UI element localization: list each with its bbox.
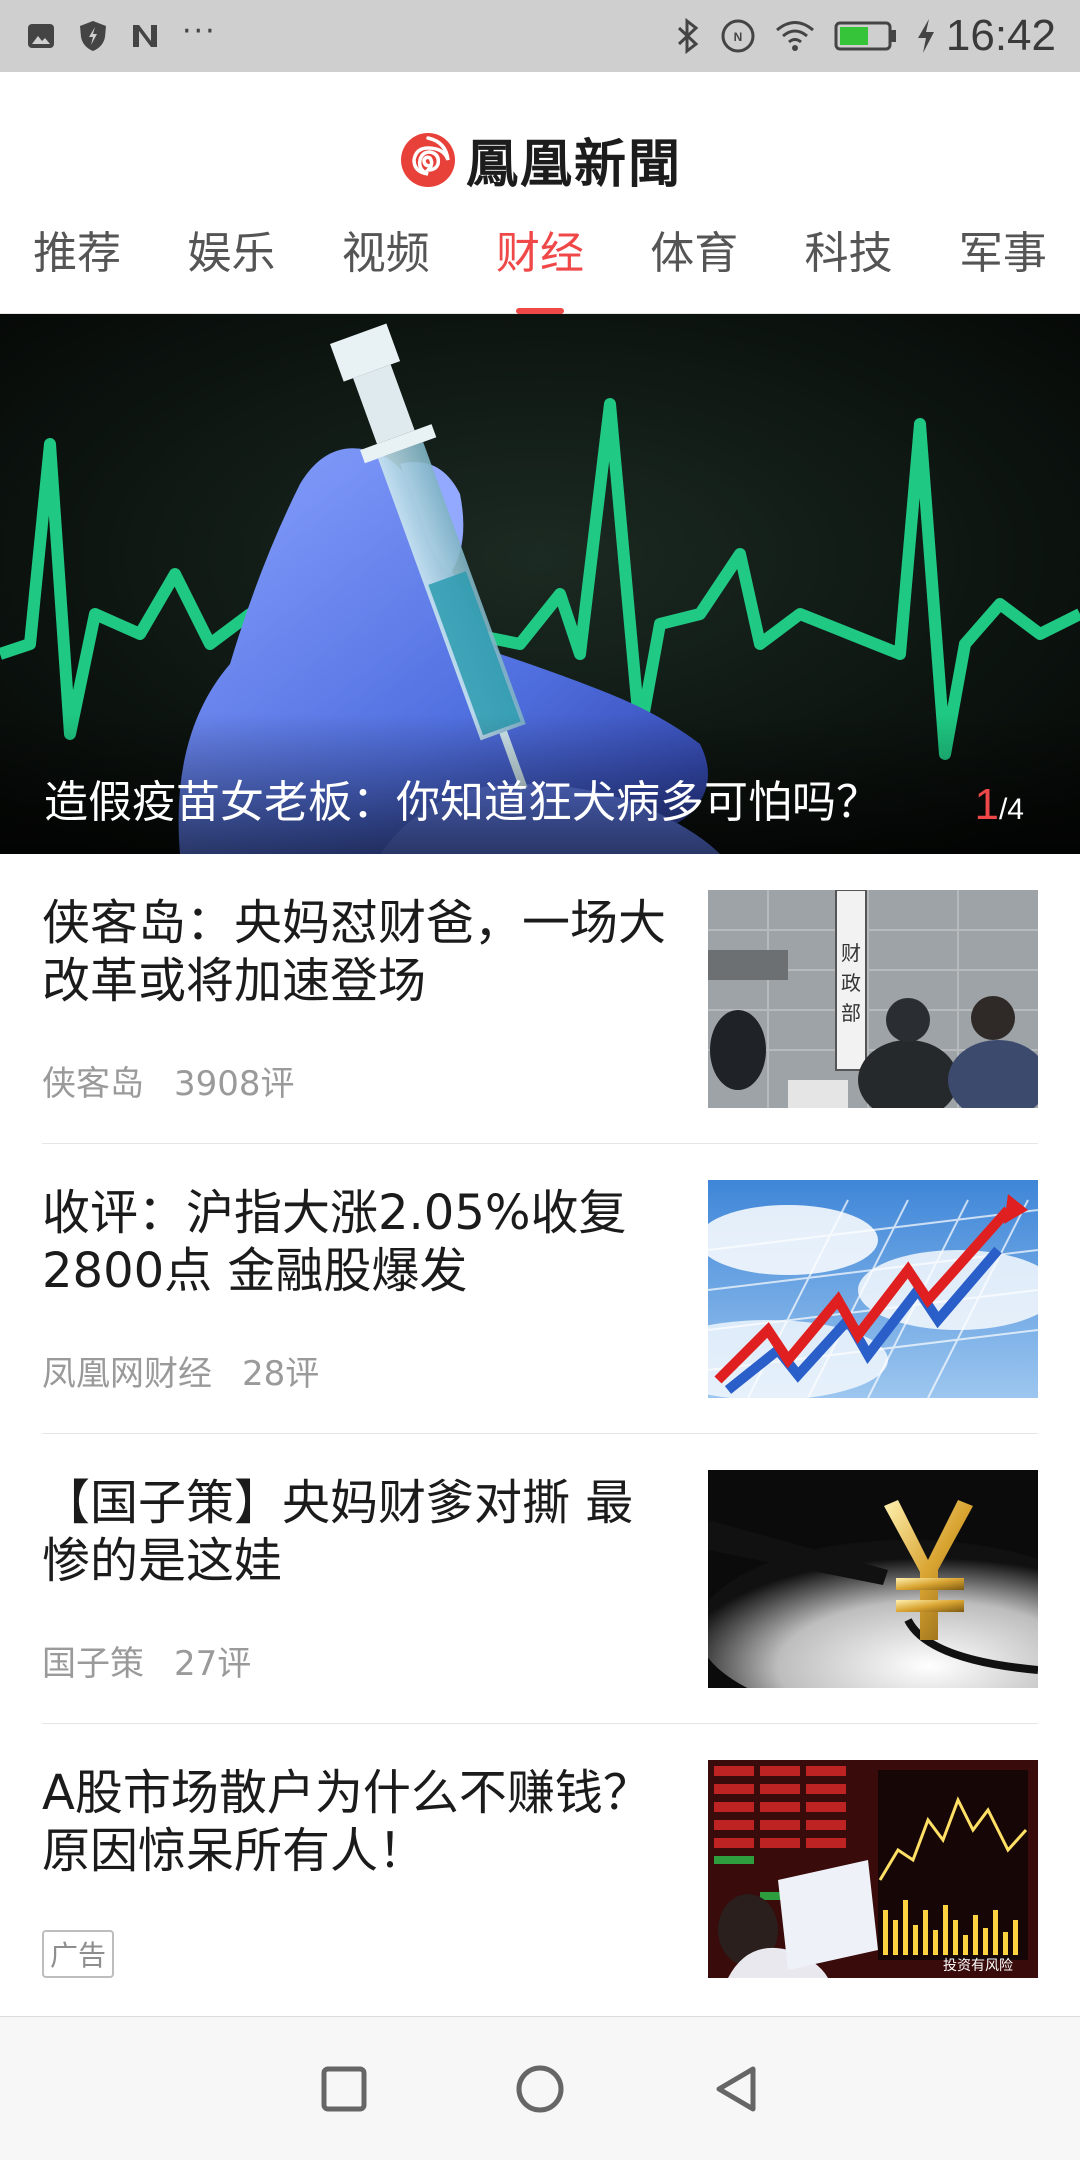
news-list: 侠客岛：央妈怼财爸，一场大改革或将加速登场 侠客岛 3908评 财 政 部 收评… xyxy=(0,854,1080,2014)
back-button[interactable] xyxy=(686,2039,786,2139)
back-icon xyxy=(716,2066,756,2111)
tab-entertainment[interactable]: 娱乐 xyxy=(154,212,308,314)
news-thumbnail xyxy=(708,1470,1038,1688)
news-title: A股市场散户为什么不赚钱？原因惊呆所有人！ xyxy=(42,1765,651,1879)
news-item[interactable]: 【国子策】央妈财爹对撕 最惨的是这娃 国子策 27评 xyxy=(42,1434,1038,1724)
news-source: 凤凰网财经 xyxy=(42,1354,212,1394)
status-right-icons: N 16:42 xyxy=(656,11,1056,61)
n-icon xyxy=(133,25,157,47)
news-comments: 3908评 xyxy=(174,1064,295,1104)
tab-video[interactable]: 视频 xyxy=(309,212,463,314)
status-left-icons: ··· xyxy=(26,14,239,52)
svg-text:N: N xyxy=(734,30,743,44)
news-thumbnail xyxy=(708,1180,1038,1398)
news-title: 【国子策】央妈财爹对撕 最惨的是这娃 xyxy=(42,1475,634,1589)
shield-icon xyxy=(80,21,106,51)
hero-page-counter: 1/4 xyxy=(974,780,1024,830)
news-title: 侠客岛：央妈怼财爸，一场大改革或将加速登场 xyxy=(42,895,667,1009)
category-tabs: 推荐 娱乐 视频 财经 体育 科技 军事 xyxy=(0,212,1080,314)
more-icon: ··· xyxy=(182,13,217,49)
news-title: 收评：沪指大涨2.05%收复2800点 金融股爆发 xyxy=(42,1185,627,1299)
ministry-of-finance-photo: 财 政 部 xyxy=(708,890,1038,1108)
rising-chart-arrow-photo xyxy=(708,1180,1038,1398)
home-button[interactable] xyxy=(490,2039,590,2139)
news-source: 国子策 xyxy=(42,1644,144,1684)
app-header: 鳳凰新聞 推荐 娱乐 视频 财经 体育 科技 军事 xyxy=(0,72,1080,314)
news-meta: 侠客岛 3908评 xyxy=(42,1056,295,1105)
news-source: 侠客岛 xyxy=(42,1064,144,1104)
system-nav-bar xyxy=(0,2016,1080,2160)
nfc-icon: N xyxy=(721,19,755,53)
thumbnail-sign-char: 财 xyxy=(841,941,861,965)
app-title: 鳳凰新聞 xyxy=(465,134,682,195)
tab-recommend[interactable]: 推荐 xyxy=(0,212,154,314)
recent-apps-icon xyxy=(321,2066,367,2111)
news-meta: 凤凰网财经 28评 xyxy=(42,1346,319,1395)
home-icon xyxy=(516,2065,564,2112)
news-comments: 27评 xyxy=(174,1644,252,1684)
hero-counter-current: 1 xyxy=(974,780,999,829)
tab-sports[interactable]: 体育 xyxy=(617,212,771,314)
tab-tech[interactable]: 科技 xyxy=(771,212,925,314)
tab-military[interactable]: 军事 xyxy=(926,212,1080,314)
hero-caption: 造假疫苗女老板：你知道狂犬病多可怕吗？ xyxy=(44,777,880,828)
hero-banner[interactable]: 造假疫苗女老板：你知道狂犬病多可怕吗？ 1/4 xyxy=(0,314,1080,854)
news-item-ad[interactable]: A股市场散户为什么不赚钱？原因惊呆所有人！ 广告 投资有风险 xyxy=(42,1724,1038,2014)
news-comments: 28评 xyxy=(242,1354,320,1394)
battery-icon xyxy=(834,21,896,51)
brand: 鳳凰新聞 xyxy=(0,122,1080,197)
bluetooth-icon xyxy=(677,18,699,54)
golden-yuan-symbol-photo xyxy=(708,1470,1038,1688)
tab-finance[interactable]: 财经 xyxy=(463,212,617,314)
status-bar: ··· N 16:42 xyxy=(0,0,1080,72)
ad-badge: 广告 xyxy=(42,1930,115,1978)
thumbnail-sign-char: 部 xyxy=(841,1001,861,1025)
recent-apps-button[interactable] xyxy=(294,2039,394,2139)
thumbnail-caption: 投资有风险 xyxy=(943,1958,1013,1974)
status-time: 16:42 xyxy=(945,11,1056,60)
news-thumbnail: 财 政 部 xyxy=(708,890,1038,1108)
news-thumbnail: 投资有风险 xyxy=(708,1760,1038,1978)
news-meta: 国子策 27评 xyxy=(42,1636,251,1685)
thumbnail-sign-char: 政 xyxy=(841,971,861,995)
charging-icon xyxy=(917,19,934,53)
image-icon xyxy=(28,24,54,48)
stock-market-screen-photo: 投资有风险 xyxy=(708,1760,1038,1978)
phoenix-logo-icon xyxy=(400,132,455,187)
news-item[interactable]: 收评：沪指大涨2.05%收复2800点 金融股爆发 凤凰网财经 28评 xyxy=(42,1144,1038,1434)
news-item[interactable]: 侠客岛：央妈怼财爸，一场大改革或将加速登场 侠客岛 3908评 财 政 部 xyxy=(42,854,1038,1144)
hero-counter-total: /4 xyxy=(998,793,1024,826)
wifi-icon xyxy=(775,21,814,51)
